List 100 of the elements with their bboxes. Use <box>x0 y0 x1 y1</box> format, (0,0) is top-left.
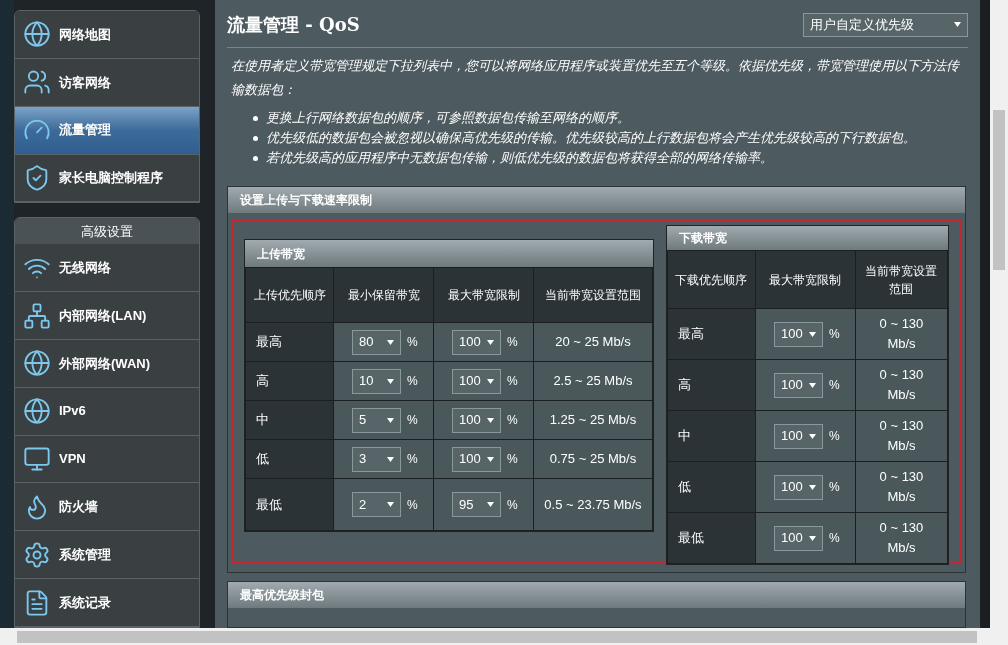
globe-icon <box>23 349 51 378</box>
unit-label: % <box>507 496 518 514</box>
caret-icon <box>808 330 816 338</box>
value-dropdown[interactable]: 100 <box>773 321 823 347</box>
sidebar-group-title: 高级设置 <box>15 218 199 245</box>
column-header: 最大带宽限制 <box>755 250 856 309</box>
unit-label: % <box>828 479 840 496</box>
range-text: 0 ~ 130 Mb/s <box>879 469 924 504</box>
range-text: 1.25 ~ 25 Mb/s <box>549 412 637 427</box>
value-dropdown[interactable]: 100 <box>773 372 823 398</box>
value-dropdown[interactable]: 100 <box>773 423 823 449</box>
caret-icon <box>387 338 394 346</box>
table-title: 上传带宽 <box>245 240 653 267</box>
sidebar-item[interactable]: VPN <box>15 435 199 484</box>
unit-label: % <box>407 451 418 468</box>
unit-label: % <box>507 412 518 429</box>
caret-icon <box>387 416 394 424</box>
sidebar-item[interactable]: 无线网络 <box>15 244 199 293</box>
priority-cell: 最高 <box>245 322 334 362</box>
caret-icon <box>808 381 816 389</box>
caret-icon <box>808 483 816 491</box>
range-text: 0 ~ 130 Mb/s <box>879 418 924 453</box>
bullet-icon <box>253 135 258 141</box>
range-text: 0.5 ~ 23.75 Mb/s <box>544 496 642 512</box>
range-text: 20 ~ 25 Mb/s <box>555 334 631 349</box>
value-dropdown[interactable]: 3 <box>352 446 401 472</box>
mode-dropdown[interactable]: 用户自定义优先级 <box>803 12 968 37</box>
page-title: 流量管理 - QoS <box>227 13 360 37</box>
unit-label: % <box>407 373 418 390</box>
sidebar-item[interactable]: 访客网络 <box>15 58 199 107</box>
range-text: 0 ~ 130 Mb/s <box>879 316 924 351</box>
unit-label: % <box>828 530 840 547</box>
priority-cell: 最低 <box>667 512 756 564</box>
caret-icon <box>487 338 494 346</box>
sidebar-item[interactable]: 家长电脑控制程序 <box>15 154 199 203</box>
value-dropdown[interactable]: 2 <box>352 492 401 517</box>
caret-icon <box>487 501 494 508</box>
priority-cell: 高 <box>245 361 334 401</box>
vertical-scrollbar[interactable] <box>990 0 1008 628</box>
column-header: 最小保留带宽 <box>333 267 434 323</box>
unit-label: % <box>507 373 518 390</box>
bullet-text: 若优先级高的应用程序中无数据包传输，则低优先级的数据包将获得全部的网络传输率。 <box>266 149 773 167</box>
priority-cell: 低 <box>667 461 756 513</box>
globe-icon <box>23 397 51 426</box>
bullet-text: 优先级低的数据包会被忽视以确保高优先级的传输。优先级较高的上行数据包将会产生优先级较高的下行数据包。 <box>266 129 916 147</box>
range-text: 0 ~ 130 Mb/s <box>879 520 924 555</box>
value-dropdown[interactable]: 10 <box>352 368 401 394</box>
caret-icon <box>387 501 394 508</box>
network-icon <box>23 301 51 330</box>
unit-label: % <box>407 334 418 351</box>
sidebar-item[interactable]: 外部网络(WAN) <box>15 339 199 388</box>
unit-label: % <box>507 451 518 468</box>
value-dropdown[interactable]: 95 <box>452 492 501 517</box>
caret-icon <box>808 432 816 440</box>
sidebar-item[interactable]: 流量管理 <box>15 106 199 155</box>
priority-cell: 低 <box>245 439 334 479</box>
column-header: 当前带宽设置范围 <box>533 267 653 323</box>
caret-icon <box>387 377 394 385</box>
unit-label: % <box>828 326 840 343</box>
value-dropdown[interactable]: 100 <box>773 474 823 500</box>
caret-icon <box>487 377 494 385</box>
globe-icon <box>23 20 51 49</box>
intro-text: 在使用者定义带宽管理规定下拉列表中，您可以将网络应用程序或装置优先至五个等级。依据优先级，带宽管理使用以下方法传输数据包： <box>230 57 961 99</box>
column-header: 当前带宽设置范围 <box>855 250 948 309</box>
priority-cell: 高 <box>667 359 756 411</box>
sidebar-item[interactable]: IPv6 <box>15 387 199 436</box>
caret-icon <box>387 455 394 463</box>
value-dropdown[interactable]: 100 <box>773 525 823 551</box>
priority-cell: 中 <box>667 410 756 462</box>
sidebar-item[interactable]: 防火墙 <box>15 483 199 532</box>
sidebar-item[interactable]: 系统管理 <box>15 531 199 580</box>
column-header: 上传优先顺序 <box>245 267 334 323</box>
sidebar-item[interactable]: 网络地图 <box>15 11 199 59</box>
caret-icon <box>487 455 494 463</box>
caret-icon <box>808 534 816 542</box>
value-dropdown[interactable]: 80 <box>352 329 401 355</box>
caret-icon <box>487 416 494 424</box>
priority-cell: 最低 <box>245 478 334 531</box>
bullet-icon <box>253 155 258 161</box>
column-header: 下载优先顺序 <box>667 250 756 309</box>
sidebar-item[interactable]: 系统记录 <box>15 579 199 627</box>
priority-cell: 中 <box>245 400 334 440</box>
value-dropdown[interactable]: 100 <box>452 407 501 433</box>
range-text: 0 ~ 130 Mb/s <box>879 367 924 402</box>
unit-label: % <box>407 412 418 429</box>
bullet-icon <box>253 115 258 121</box>
sidebar-item[interactable]: 内部网络(LAN) <box>15 292 199 340</box>
horizontal-scrollbar[interactable] <box>0 628 1008 645</box>
value-dropdown[interactable]: 100 <box>452 329 501 355</box>
range-text: 0.75 ~ 25 Mb/s <box>549 451 637 466</box>
caret-icon <box>954 21 961 28</box>
section-header: 最高优先级封包 <box>228 582 965 608</box>
unit-label: % <box>828 377 840 394</box>
value-dropdown[interactable]: 100 <box>452 368 501 394</box>
range-text: 2.5 ~ 25 Mb/s <box>553 373 633 388</box>
value-dropdown[interactable]: 5 <box>352 407 401 433</box>
column-header: 最大带宽限制 <box>433 267 534 323</box>
unit-label: % <box>507 334 518 351</box>
value-dropdown[interactable]: 100 <box>452 446 501 472</box>
bullet-text: 更换上行网络数据包的顺序，可参照数据包传输至网络的顺序。 <box>266 109 630 127</box>
